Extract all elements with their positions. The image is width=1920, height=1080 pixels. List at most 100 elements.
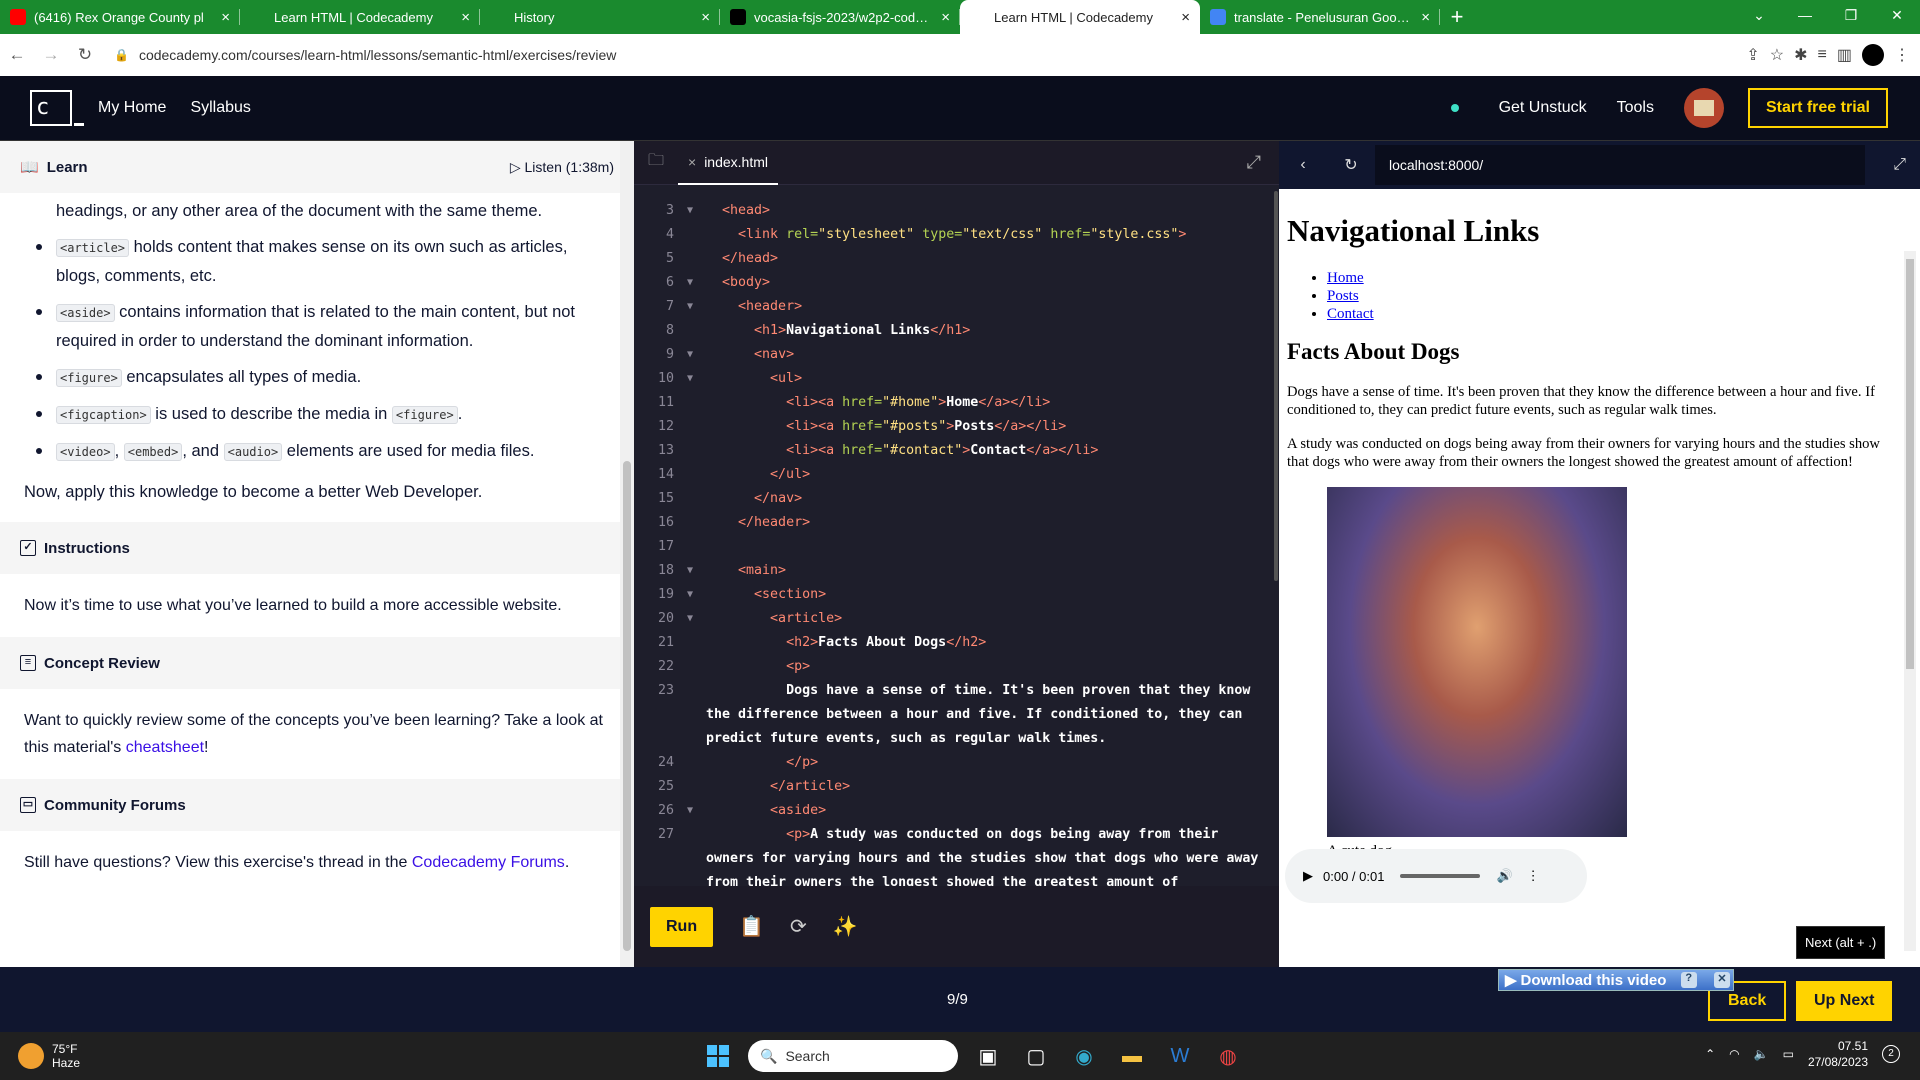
community-forums-header[interactable]: ▭ Community Forums	[0, 779, 634, 831]
file-explorer-icon[interactable]: ▬	[1114, 1038, 1150, 1074]
folder-icon[interactable]: 🗀	[634, 149, 678, 176]
code-line[interactable]: 15 </nav>	[634, 487, 1279, 511]
my-home-link[interactable]: My Home	[98, 99, 166, 117]
code-line[interactable]: 22 <p>	[634, 655, 1279, 679]
extensions-icon[interactable]: ✱	[1794, 45, 1807, 65]
code-line[interactable]: 7 ▼ <header>	[634, 295, 1279, 319]
audio-menu-icon[interactable]: ⋮	[1527, 868, 1540, 884]
code-line[interactable]: 25 </article>	[634, 775, 1279, 799]
code-line[interactable]: 6 ▼ <body>	[634, 271, 1279, 295]
start-button[interactable]	[700, 1038, 736, 1074]
word-icon[interactable]: W	[1162, 1038, 1198, 1074]
up-next-button[interactable]: Up Next	[1796, 981, 1893, 1021]
code-area[interactable]: 3 ▼ <head> 4 <link rel="stylesheet" type="…	[634, 199, 1279, 919]
close-window-button[interactable]: ✕	[1874, 0, 1920, 30]
download-video-bar[interactable]: ▶ Download this video ? ✕	[1498, 969, 1734, 991]
code-line[interactable]: 17	[634, 535, 1279, 559]
close-tab-icon[interactable]: ×	[941, 9, 950, 26]
file-tab-index-html[interactable]: × index.html	[678, 141, 778, 185]
reset-icon[interactable]: ⟳	[790, 914, 807, 939]
close-file-icon[interactable]: ×	[688, 154, 696, 170]
minimize-button[interactable]: —	[1782, 0, 1828, 30]
code-line[interactable]: 11 <li><a href="#home">Home</a></li>	[634, 391, 1279, 415]
user-avatar[interactable]	[1683, 88, 1724, 128]
code-line[interactable]: 13 <li><a href="#contact">Contact</a></l…	[634, 439, 1279, 463]
close-tab-icon[interactable]: ×	[221, 9, 230, 26]
learn-scrollbar[interactable]	[620, 141, 634, 967]
audio-progress-bar[interactable]	[1400, 874, 1481, 878]
menu-kebab-icon[interactable]: ⋮	[1894, 45, 1910, 65]
code-line[interactable]: 4 <link rel="stylesheet" type="text/css"…	[634, 223, 1279, 247]
start-free-trial-button[interactable]: Start free trial	[1747, 88, 1888, 128]
disable-magic-icon[interactable]: ✨	[833, 914, 858, 939]
code-line[interactable]: 21 <h2>Facts About Dogs</h2>	[634, 631, 1279, 655]
tools-button[interactable]: Tools	[1617, 99, 1654, 117]
forward-arrow-icon[interactable]: →	[34, 45, 68, 65]
taskbar-search[interactable]: 🔍 Search	[748, 1040, 958, 1072]
task-view-icon[interactable]: ▣	[970, 1038, 1006, 1074]
new-tab-button[interactable]: +	[1440, 0, 1474, 34]
close-tab-icon[interactable]: ×	[461, 9, 470, 26]
concept-review-header[interactable]: ≡ Concept Review	[0, 637, 634, 689]
share-icon[interactable]: ⇪	[1746, 45, 1759, 65]
codecademy-logo[interactable]: c	[30, 90, 84, 126]
fold-arrow-icon[interactable]: ▼	[674, 199, 706, 223]
code-line[interactable]: 14 </ul>	[634, 463, 1279, 487]
expand-editor-icon[interactable]: ⤢	[1247, 152, 1261, 173]
fold-arrow-icon[interactable]: ▼	[674, 343, 706, 367]
syllabus-link[interactable]: Syllabus	[190, 99, 250, 117]
chrome-icon[interactable]: ◍	[1210, 1038, 1246, 1074]
battery-icon[interactable]: ▭	[1783, 1047, 1794, 1061]
instructions-header[interactable]: ✓ Instructions	[0, 522, 634, 574]
reading-list-icon[interactable]: ≡	[1818, 46, 1827, 64]
preview-nav-link[interactable]: Posts	[1327, 288, 1359, 304]
help-icon[interactable]: ?	[1680, 972, 1697, 988]
side-panel-icon[interactable]: ▥	[1837, 45, 1852, 65]
preview-nav-link[interactable]: Contact	[1327, 306, 1374, 322]
close-tab-icon[interactable]: ×	[1421, 9, 1430, 26]
browser-tab[interactable]: (6416) Rex Orange County pl ×	[0, 0, 240, 34]
fold-arrow-icon[interactable]: ▼	[674, 607, 706, 631]
code-line[interactable]: 5 </head>	[634, 247, 1279, 271]
listen-button[interactable]: ▷ Listen (1:38m)	[510, 159, 614, 176]
code-line[interactable]: 10 ▼ <ul>	[634, 367, 1279, 391]
clock[interactable]: 07.51 27/08/2023	[1808, 1038, 1868, 1070]
fold-arrow-icon[interactable]: ▼	[674, 799, 706, 823]
code-line[interactable]: 26 ▼ <aside>	[634, 799, 1279, 823]
fold-arrow-icon[interactable]: ▼	[674, 295, 706, 319]
preview-url-field[interactable]: localhost:8000/	[1375, 145, 1866, 185]
profile-avatar[interactable]	[1862, 44, 1884, 66]
fold-arrow-icon[interactable]: ▼	[674, 559, 706, 583]
preview-nav-link[interactable]: Home	[1327, 270, 1364, 286]
editor-scrollbar[interactable]	[1274, 191, 1278, 581]
expand-preview-icon[interactable]: ⤢	[1893, 156, 1906, 174]
close-download-icon[interactable]: ✕	[1713, 972, 1730, 988]
teams-chat-icon[interactable]: ▢	[1018, 1038, 1054, 1074]
browser-tab[interactable]: Learn HTML | Codecademy ×	[960, 0, 1200, 34]
fold-arrow-icon[interactable]: ▼	[674, 367, 706, 391]
code-line[interactable]: 24 </p>	[634, 751, 1279, 775]
browser-tab[interactable]: translate - Penelusuran Google ×	[1200, 0, 1440, 34]
browser-tab[interactable]: Learn HTML | Codecademy ×	[240, 0, 480, 34]
notification-badge[interactable]: 2	[1882, 1045, 1900, 1063]
preview-scrollbar-thumb[interactable]	[1906, 259, 1914, 669]
run-button[interactable]: Run	[650, 906, 714, 947]
code-line[interactable]: 3 ▼ <head>	[634, 199, 1279, 223]
code-line[interactable]: 23 Dogs have a sense of time. It's been …	[634, 679, 1279, 751]
show-hidden-icons-icon[interactable]: ⌃	[1705, 1047, 1715, 1061]
bookmark-star-icon[interactable]: ☆	[1770, 45, 1784, 65]
code-line[interactable]: 20 ▼ <article>	[634, 607, 1279, 631]
fold-arrow-icon[interactable]: ▼	[674, 583, 706, 607]
fold-arrow-icon[interactable]: ▼	[674, 271, 706, 295]
wifi-icon[interactable]: ◠	[1729, 1047, 1739, 1061]
browser-tab[interactable]: vocasia-fsjs-2023/w2p2-codeca ×	[720, 0, 960, 34]
codecademy-forums-link[interactable]: Codecademy Forums	[412, 854, 565, 871]
restore-button[interactable]: ❐	[1828, 0, 1874, 30]
code-line[interactable]: 19 ▼ <section>	[634, 583, 1279, 607]
preview-scrollbar[interactable]	[1904, 251, 1916, 951]
play-icon[interactable]: ▶	[1303, 868, 1313, 884]
edge-icon[interactable]: ◉	[1066, 1038, 1102, 1074]
cheatsheet-link[interactable]: cheatsheet	[126, 739, 204, 756]
close-tab-icon[interactable]: ×	[1181, 9, 1190, 26]
get-unstuck-button[interactable]: Get Unstuck	[1499, 99, 1587, 117]
